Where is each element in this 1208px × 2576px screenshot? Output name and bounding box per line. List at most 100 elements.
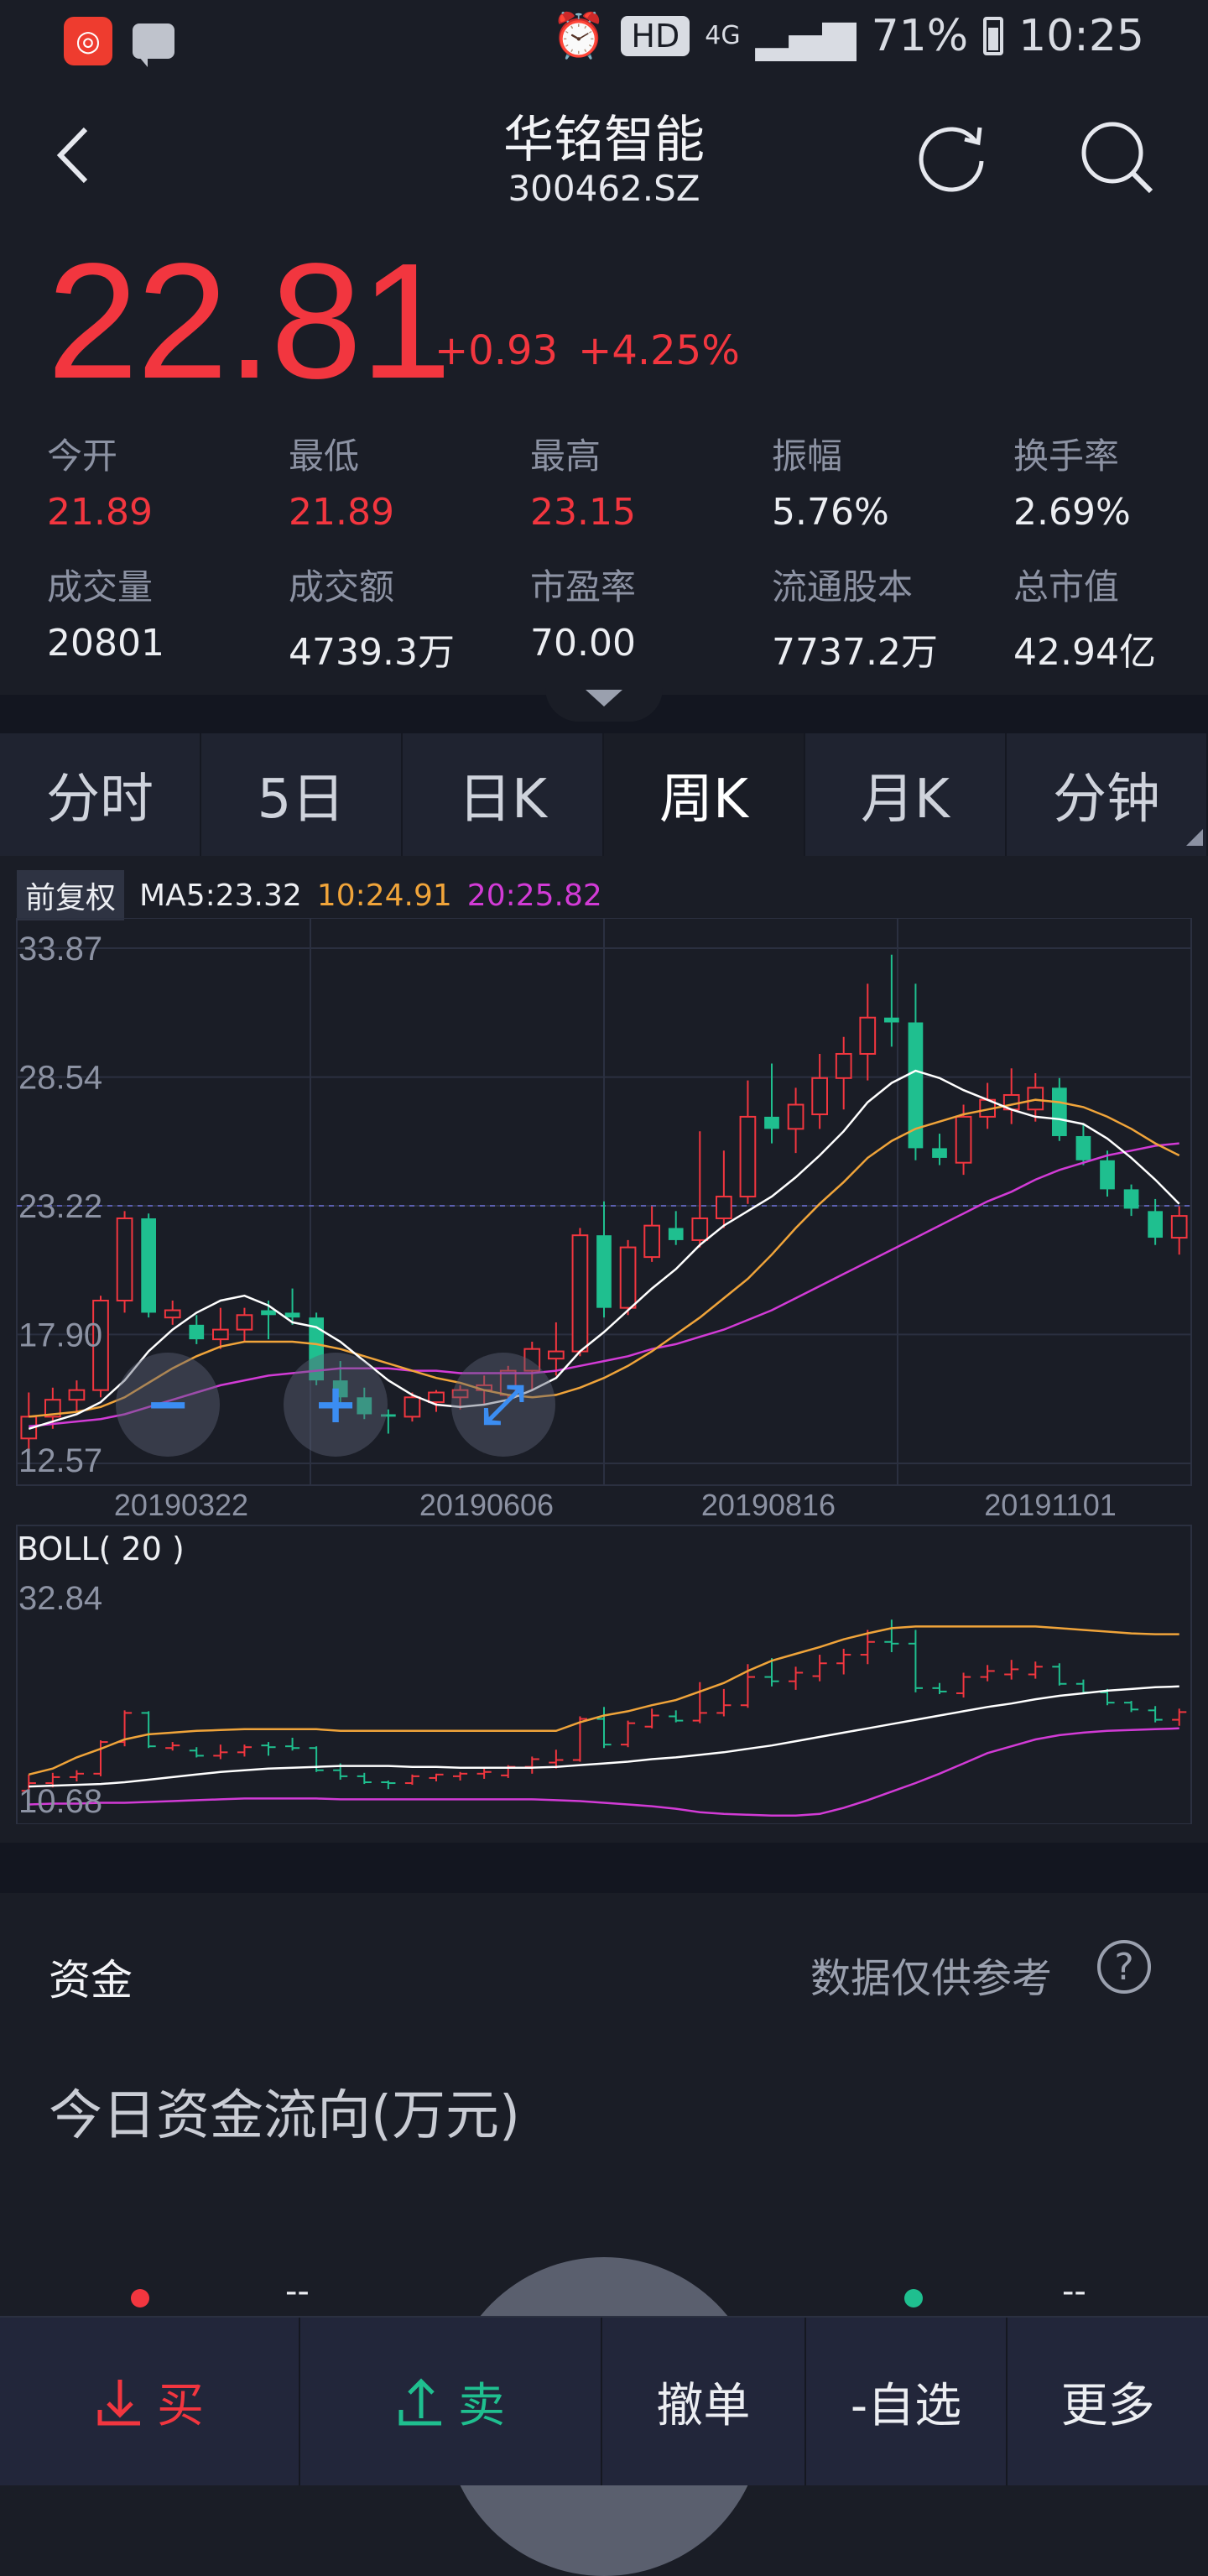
- candle-body-down: [141, 1218, 156, 1313]
- stat-pe: 市盈率 70.00: [530, 559, 765, 665]
- stat-turnover-rate: 换手率 2.69%: [1013, 428, 1208, 534]
- tab-minute[interactable]: 分钟: [1007, 733, 1208, 856]
- help-icon[interactable]: ?: [1097, 1940, 1151, 1994]
- last-price: 22.81: [47, 229, 451, 413]
- sell-button[interactable]: 卖: [300, 2318, 603, 2485]
- stat-value: 21.89: [289, 491, 394, 534]
- outflow-legend-dot: [904, 2289, 923, 2307]
- candle-body-up: [739, 1115, 757, 1198]
- candle-body-up: [643, 1224, 660, 1259]
- funds-disclaimer: 数据仅供参考: [810, 1955, 1053, 2002]
- y-axis-tick-label: 23.22: [18, 1188, 102, 1225]
- candle-body-up: [116, 1217, 133, 1301]
- ma10-value: 10:24.91: [316, 878, 452, 913]
- stat-open: 今开 21.89: [47, 428, 282, 534]
- tab-5day[interactable]: 5日: [201, 733, 403, 856]
- boll-y-tick-label: 10.68: [18, 1783, 102, 1820]
- stat-label: 总市值: [1013, 566, 1120, 607]
- stock-code: 300462.SZ: [508, 168, 700, 209]
- candle-body-up: [811, 1077, 828, 1116]
- candle-body-down: [668, 1228, 684, 1240]
- network-type: 4G: [705, 21, 741, 50]
- minus-icon: −: [145, 1374, 190, 1436]
- tab-daily-k[interactable]: 日K: [403, 733, 604, 856]
- funds-title: 资金: [49, 1956, 133, 2005]
- candle-body-down: [932, 1148, 947, 1158]
- sell-arrow-icon: [398, 2378, 442, 2426]
- candle-body-down: [884, 1017, 899, 1023]
- zoom-out-button[interactable]: −: [116, 1353, 220, 1457]
- boll-indicator-label: BOLL( 20 ): [17, 1530, 185, 1567]
- candle-body-up: [835, 1052, 852, 1079]
- boll-panel-frame: [16, 1525, 1192, 1824]
- stat-label: 振幅: [772, 435, 843, 477]
- candle-body-down: [1100, 1160, 1115, 1190]
- stat-amount: 成交额 4739.3万: [289, 559, 523, 675]
- candle-body-down: [1075, 1135, 1091, 1160]
- stat-label: 流通股本: [772, 566, 914, 607]
- signal-icon: ▂▄▆: [755, 10, 857, 61]
- candle-body-down: [764, 1116, 779, 1129]
- section-divider: [0, 1843, 1208, 1893]
- ma5-value: MA5:23.32: [139, 878, 302, 913]
- cancel-order-button[interactable]: 撤单: [602, 2318, 806, 2485]
- sell-label: 卖: [458, 2378, 506, 2433]
- adjust-mode-label[interactable]: 前复权: [17, 870, 125, 920]
- candle-body-down: [1052, 1087, 1067, 1136]
- x-axis-tick-label: 20190606: [419, 1488, 554, 1522]
- stat-value: 20801: [47, 622, 164, 665]
- search-button[interactable]: [1077, 117, 1158, 198]
- chevron-down-icon: [586, 690, 622, 707]
- y-axis-tick-label: 28.54: [18, 1060, 102, 1097]
- stat-low: 最低 21.89: [289, 428, 523, 534]
- candle-body-up: [212, 1328, 229, 1341]
- x-axis-tick-label: 20190322: [114, 1488, 248, 1522]
- candle-body-up: [571, 1234, 589, 1353]
- stat-value: 2.69%: [1013, 491, 1131, 534]
- search-icon: [1081, 122, 1153, 194]
- tab-intraday[interactable]: 分时: [0, 733, 201, 856]
- candle-body-up: [716, 1196, 732, 1219]
- stock-name: 华铭智能: [503, 111, 705, 169]
- price-change: +0.93 +4.25%: [435, 327, 740, 374]
- tab-weekly-k[interactable]: 周K: [604, 733, 805, 856]
- boll-y-tick-label: 32.84: [18, 1580, 102, 1617]
- more-button[interactable]: 更多: [1008, 2318, 1208, 2485]
- stat-value: 23.15: [530, 491, 636, 534]
- stat-high: 最高 23.15: [530, 428, 765, 534]
- stat-float-shares: 流通股本 7737.2万: [772, 559, 1007, 675]
- candle-body-up: [236, 1314, 253, 1331]
- buy-arrow-icon: [97, 2380, 140, 2426]
- candle-body-up: [548, 1350, 565, 1360]
- zoom-in-button[interactable]: +: [284, 1353, 388, 1457]
- message-icon: [133, 23, 174, 67]
- stat-label: 市盈率: [530, 566, 637, 607]
- watchlist-button[interactable]: -自选: [806, 2318, 1008, 2485]
- tab-monthly-k[interactable]: 月K: [805, 733, 1007, 856]
- fullscreen-button[interactable]: ⤢: [451, 1353, 555, 1457]
- refresh-button[interactable]: [914, 117, 992, 195]
- candle-body-up: [787, 1103, 804, 1130]
- outflow-value: --: [1062, 2272, 1086, 2311]
- stat-label: 最高: [530, 435, 601, 477]
- dropdown-corner-icon: [1186, 829, 1203, 846]
- battery-icon: [983, 16, 1004, 55]
- fund-flow-title: 今日资金流向(万元): [49, 2085, 520, 2147]
- stat-value: 4739.3万: [289, 631, 455, 674]
- period-tabs: 分时 5日 日K 周K 月K 分钟: [0, 733, 1208, 856]
- ma-legend: 前复权 MA5:23.32 10:24.91 20:25.82: [17, 870, 602, 920]
- ma20-value: 20:25.82: [466, 878, 602, 913]
- stat-value: 42.94亿: [1013, 631, 1156, 674]
- candle-body-down: [261, 1310, 276, 1316]
- candle-body-down: [1123, 1189, 1139, 1209]
- stat-value: 7737.2万: [772, 631, 938, 674]
- inflow-legend-dot: [131, 2289, 149, 2307]
- y-axis-tick-label: 17.90: [18, 1317, 102, 1353]
- candle-body-up: [68, 1389, 86, 1401]
- candle-body-down: [284, 1312, 300, 1318]
- stat-label: 成交量: [47, 566, 154, 607]
- candle-body-down: [189, 1324, 205, 1340]
- stat-label: 换手率: [1013, 435, 1120, 477]
- buy-button[interactable]: 买: [0, 2318, 301, 2485]
- candle-body-up: [428, 1391, 445, 1404]
